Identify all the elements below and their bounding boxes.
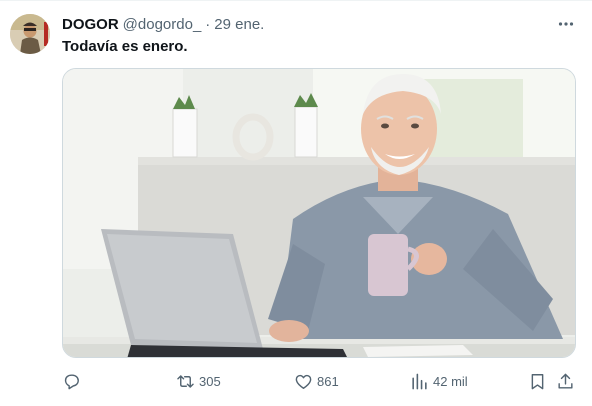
tweet-actions: 305 861 42 mil: [62, 368, 576, 394]
like-count: 861: [317, 373, 339, 389]
share-button[interactable]: [556, 368, 575, 394]
more-button[interactable]: [552, 13, 580, 35]
avatar[interactable]: [10, 14, 50, 54]
reply-icon: [64, 373, 79, 389]
photo-old-man-laptop: [63, 69, 575, 357]
views-button[interactable]: 42 mil: [410, 368, 468, 394]
retweet-icon: [177, 374, 194, 388]
author-handle[interactable]: @dogordo_: [123, 16, 202, 33]
more-dots-icon: [558, 22, 574, 26]
separator-dot: ·: [205, 15, 211, 33]
retweet-count: 305: [199, 373, 221, 389]
bookmark-icon: [531, 373, 544, 389]
tweet-media-image[interactable]: [62, 68, 576, 358]
tweet-text: Todavía es enero.: [62, 38, 188, 55]
reply-button[interactable]: [62, 368, 85, 394]
share-icon: [558, 373, 573, 389]
retweet-button[interactable]: 305: [176, 368, 221, 394]
views-chart-icon: [412, 373, 427, 389]
views-count: 42 mil: [433, 373, 468, 389]
bookmark-button[interactable]: [528, 368, 547, 394]
tweet[interactable]: DOGOR @dogordo_ · 29 ene. Todavía es ene…: [0, 0, 592, 406]
heart-icon: [295, 374, 312, 389]
author-name[interactable]: DOGOR: [62, 16, 119, 33]
like-button[interactable]: 861: [294, 368, 339, 394]
tweet-header: DOGOR @dogordo_ · 29 ene.: [62, 14, 264, 34]
timestamp[interactable]: 29 ene.: [214, 16, 264, 33]
